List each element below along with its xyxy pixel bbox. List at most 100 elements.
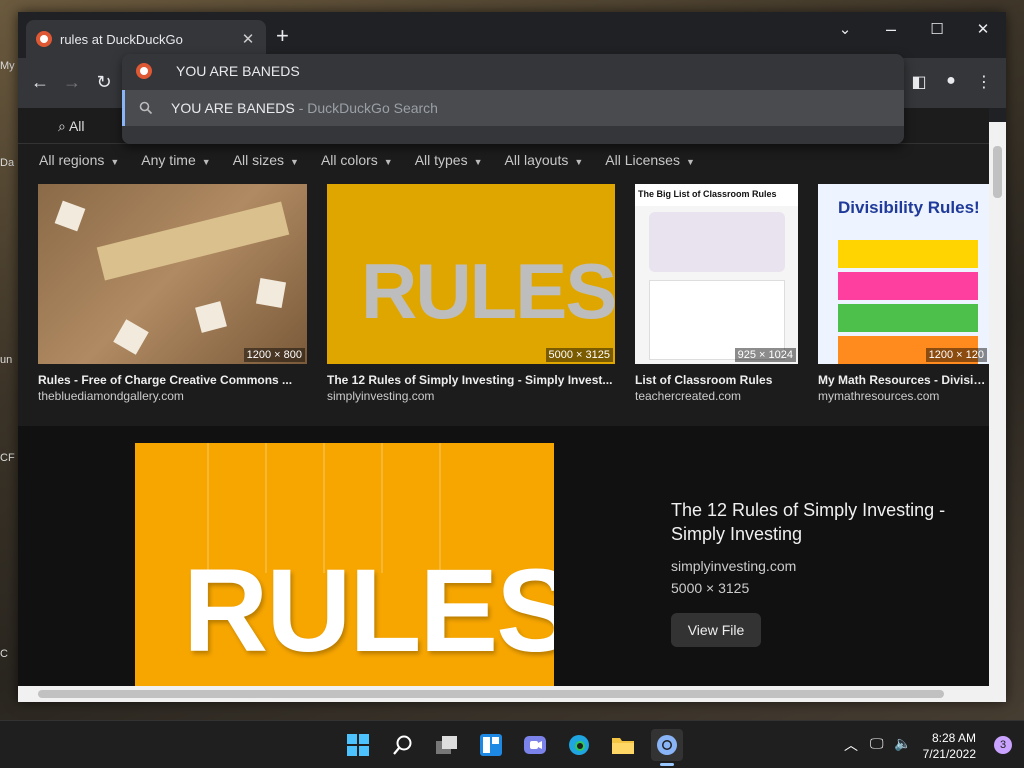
tab-all[interactable]: ⌕ All	[58, 118, 85, 135]
result-thumbnail[interactable]: 1200 × 800	[38, 184, 307, 364]
windows-icon	[347, 734, 369, 756]
page-content: ⌕ All All regions ▼ Any time ▼ All sizes ▼ …	[18, 108, 989, 686]
result-title[interactable]: My Math Resources - Divisibi...	[818, 373, 989, 387]
result-title[interactable]: List of Classroom Rules	[635, 373, 798, 387]
desktop-icon-label[interactable]: My	[0, 60, 18, 72]
image-result[interactable]: 1200 × 800 Rules - Free of Charge Creati…	[38, 184, 307, 403]
close-window-button[interactable]: ✕	[960, 12, 1006, 46]
chevron-down-icon: ▼	[473, 157, 483, 167]
image-dimensions: 5000 × 3125	[545, 348, 613, 362]
chevron-down-icon: ▼	[290, 157, 299, 167]
filter-time[interactable]: Any time ▼	[141, 152, 210, 168]
detail-image[interactable]: RULES	[135, 443, 554, 686]
result-title[interactable]: The 12 Rules of Simply Investing - Simpl…	[327, 373, 615, 387]
result-domain[interactable]: mymathresources.com	[818, 389, 989, 403]
address-bar[interactable]: YOU ARE BANEDS	[122, 54, 904, 88]
search-icon: ⌕	[58, 118, 66, 134]
tab-search-icon[interactable]: ⌄	[822, 12, 868, 46]
filter-types[interactable]: All types ▼	[415, 152, 483, 168]
task-view-button[interactable]	[431, 729, 463, 761]
tile	[54, 200, 86, 232]
chevron-down-icon: ▼	[685, 157, 695, 167]
filter-bar: All regions ▼ Any time ▼ All sizes ▼ All co…	[39, 152, 717, 168]
browser-window: rules at DuckDuckGo ✕ + ⌄ – ☐ ✕ ← → ↻ ◧ …	[18, 12, 1006, 702]
classroom-header: The Big List of Classroom Rules	[635, 184, 798, 206]
time: 8:28 AM	[931, 731, 976, 745]
filter-label: All types	[414, 152, 468, 168]
maximize-button[interactable]: ☐	[914, 12, 960, 46]
filter-colors[interactable]: All colors ▼	[321, 152, 393, 168]
row-band	[838, 272, 978, 300]
chevron-down-icon: ▼	[574, 157, 584, 167]
edge-button[interactable]	[563, 729, 595, 761]
reload-button[interactable]: ↻	[92, 72, 116, 92]
filter-label: All layouts	[504, 152, 569, 168]
image-result[interactable]: The Big List of Classroom Rules 925 × 10…	[635, 184, 798, 403]
profile-icon[interactable]: ●	[940, 72, 962, 90]
class-rules-banner	[649, 212, 785, 272]
desktop-icon-label[interactable]: C	[0, 648, 18, 660]
filter-layouts[interactable]: All layouts ▼	[505, 152, 584, 168]
search-button[interactable]	[387, 729, 419, 761]
filter-label: All regions	[39, 152, 105, 168]
menu-icon[interactable]: ⋮	[973, 72, 995, 92]
result-thumbnail[interactable]: Divisibility Rules! 1200 × 120	[818, 184, 989, 364]
image-detail-panel: RULES The 12 Rules of Simply Investing -…	[18, 426, 989, 686]
edge-icon	[569, 735, 589, 755]
forward-button[interactable]: →	[60, 72, 84, 92]
detail-title[interactable]: The 12 Rules of Simply Investing - Simpl…	[671, 498, 961, 546]
result-domain[interactable]: simplyinvesting.com	[327, 389, 615, 403]
desktop-icon-label[interactable]: un	[0, 354, 18, 366]
image-result[interactable]: RULES 5000 × 3125 The 12 Rules of Simply…	[327, 184, 615, 403]
result-domain[interactable]: thebluediamondgallery.com	[38, 389, 307, 403]
row-band	[838, 304, 978, 332]
scrollbar-thumb[interactable]	[38, 690, 944, 698]
image-result[interactable]: Divisibility Rules! 1200 × 120 My Math R…	[818, 184, 989, 403]
teams-chat-button[interactable]	[519, 729, 551, 761]
search-icon	[393, 735, 412, 755]
address-input[interactable]: YOU ARE BANEDS	[176, 63, 300, 79]
notification-badge[interactable]: 3	[994, 736, 1012, 754]
widgets-button[interactable]	[475, 729, 507, 761]
tile	[255, 277, 287, 309]
desktop-icon-label[interactable]: Da	[0, 157, 18, 169]
result-thumbnail[interactable]: The Big List of Classroom Rules 925 × 10…	[635, 184, 798, 364]
horizontal-scrollbar[interactable]	[18, 686, 1006, 702]
result-thumbnail[interactable]: RULES 5000 × 3125	[327, 184, 615, 364]
file-explorer-button[interactable]	[607, 729, 639, 761]
rules-thumb-text: RULES	[361, 247, 615, 335]
view-file-button[interactable]: View File	[671, 613, 761, 647]
chrome-icon	[657, 735, 677, 755]
filter-label: Any time	[141, 152, 196, 168]
volume-icon[interactable]: 🔈	[894, 735, 911, 752]
filter-sizes[interactable]: All sizes ▼	[233, 152, 299, 168]
tile-rack	[96, 201, 290, 281]
new-tab-button[interactable]: +	[276, 25, 289, 47]
minimize-button[interactable]: –	[868, 12, 914, 46]
filter-label: All sizes	[232, 152, 285, 168]
suggestion-suffix: - DuckDuckGo Search	[298, 100, 438, 116]
back-button[interactable]: ←	[28, 72, 52, 92]
detail-dimensions: 5000 × 3125	[671, 580, 750, 596]
desktop-icon-label[interactable]: CF	[0, 452, 18, 464]
vertical-scrollbar[interactable]	[989, 122, 1006, 686]
filter-label: All Licenses	[605, 152, 680, 168]
chrome-button[interactable]	[651, 729, 683, 761]
active-app-indicator	[660, 763, 674, 766]
detail-domain[interactable]: simplyinvesting.com	[671, 558, 796, 574]
chevron-up-icon[interactable]: ︿	[844, 735, 858, 755]
filter-licenses[interactable]: All Licenses ▼	[605, 152, 695, 168]
tile	[195, 301, 227, 333]
clock[interactable]: 8:28 AM 7/21/2022	[923, 730, 976, 762]
start-button[interactable]	[342, 729, 374, 761]
close-tab-icon[interactable]: ✕	[240, 30, 256, 48]
result-title[interactable]: Rules - Free of Charge Creative Commons …	[38, 373, 307, 387]
browser-tab[interactable]: rules at DuckDuckGo ✕	[26, 20, 266, 58]
side-panel-icon[interactable]: ◧	[908, 72, 930, 92]
image-dimensions: 1200 × 120	[925, 348, 987, 362]
network-icon[interactable]: 🖵	[870, 735, 884, 752]
filter-regions[interactable]: All regions ▼	[39, 152, 119, 168]
search-suggestion[interactable]: YOU ARE BANEDS - DuckDuckGo Search	[122, 90, 904, 126]
scrollbar-thumb[interactable]	[993, 146, 1002, 198]
result-domain[interactable]: teachercreated.com	[635, 389, 798, 403]
